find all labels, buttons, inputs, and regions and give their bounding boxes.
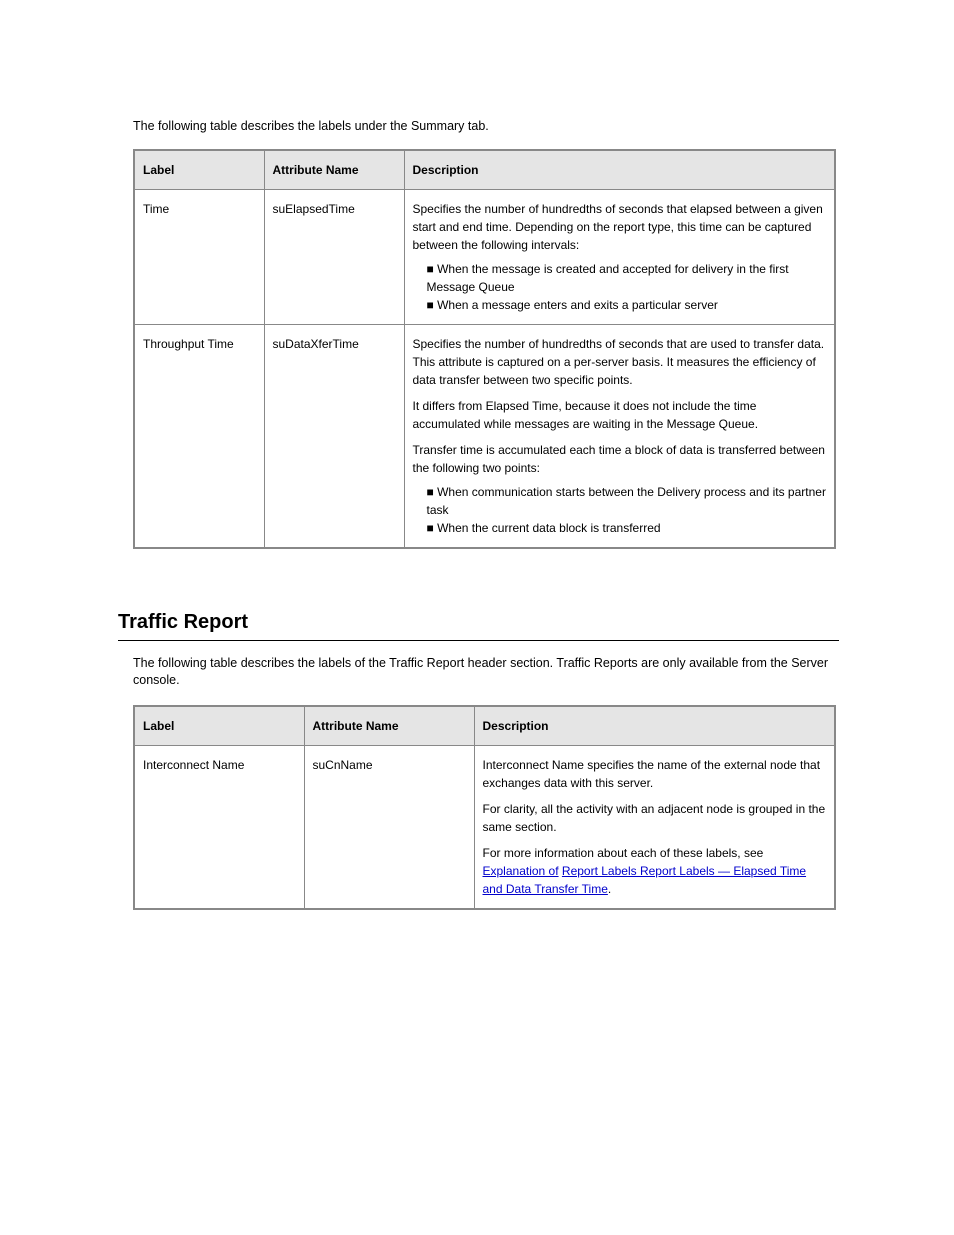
cell-label: Throughput Time: [134, 324, 264, 548]
cell-attr: suDataXferTime: [264, 324, 404, 548]
desc-para: For more information about each of these…: [483, 844, 827, 898]
cell-attr: suCnName: [304, 745, 474, 909]
col-label: Label: [134, 150, 264, 190]
desc-para: It differs from Elapsed Time, because it…: [413, 397, 827, 433]
desc-para: Interconnect Name specifies the name of …: [483, 756, 827, 792]
intro-text: The following table describes the labels…: [133, 118, 839, 135]
table-head: Label Attribute Name Description: [134, 150, 835, 190]
desc-text: Specifies the number of hundredths of se…: [413, 202, 823, 252]
table-header-row: Label Attribute Name Description: [134, 706, 835, 746]
summary-labels-table: Label Attribute Name Description Time su…: [133, 149, 836, 549]
col-attribute: Attribute Name: [304, 706, 474, 746]
col-attribute: Attribute Name: [264, 150, 404, 190]
bullet-item: ■ When a message enters and exits a part…: [413, 296, 827, 314]
cross-ref-link[interactable]: Explanation of: [483, 864, 559, 878]
col-description: Description: [404, 150, 835, 190]
cell-label: Time: [134, 189, 264, 324]
section-subtext: The following table describes the labels…: [133, 655, 839, 689]
cell-desc: Specifies the number of hundredths of se…: [404, 324, 835, 548]
page-content: The following table describes the labels…: [0, 0, 954, 970]
table-header-row: Label Attribute Name Description: [134, 150, 835, 190]
table-row: Time suElapsedTime Specifies the number …: [134, 189, 835, 324]
bullet-item: ■ When communication starts between the …: [413, 483, 827, 519]
col-description: Description: [474, 706, 835, 746]
desc-para: Transfer time is accumulated each time a…: [413, 441, 827, 477]
bullet-item: ■ When the current data block is transfe…: [413, 519, 827, 537]
bullet-item: ■ When the message is created and accept…: [413, 260, 827, 296]
cell-desc: Specifies the number of hundredths of se…: [404, 189, 835, 324]
col-label: Label: [134, 706, 304, 746]
desc-para: Specifies the number of hundredths of se…: [413, 335, 827, 389]
desc-para: For clarity, all the activity with an ad…: [483, 800, 827, 836]
table-row: Throughput Time suDataXferTime Specifies…: [134, 324, 835, 548]
section-heading: Traffic Report: [118, 611, 839, 641]
cell-desc: Interconnect Name specifies the name of …: [474, 745, 835, 909]
cell-attr: suElapsedTime: [264, 189, 404, 324]
table-row: Interconnect Name suCnName Interconnect …: [134, 745, 835, 909]
traffic-report-table: Label Attribute Name Description Interco…: [133, 705, 836, 910]
table-head: Label Attribute Name Description: [134, 706, 835, 746]
cell-label: Interconnect Name: [134, 745, 304, 909]
